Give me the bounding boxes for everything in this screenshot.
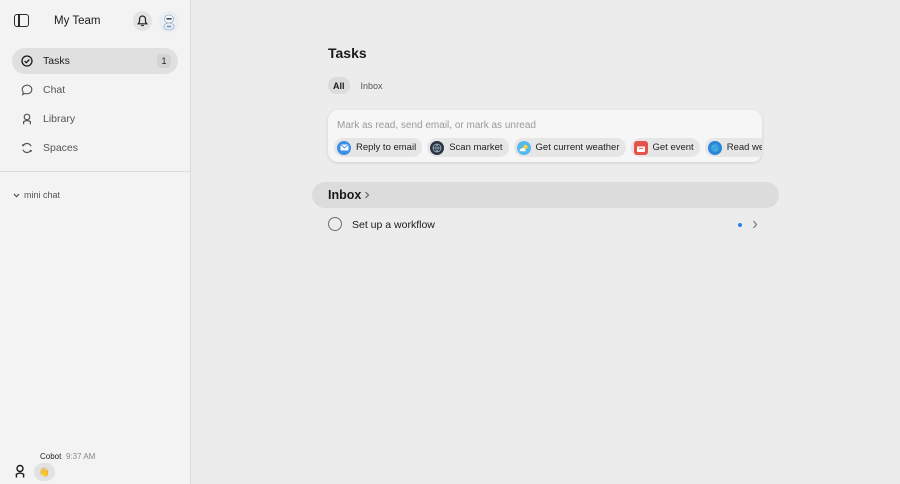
chat-message-bubble[interactable]: 👋 xyxy=(34,463,55,481)
chip-read-web-page[interactable]: Read web page xyxy=(704,138,762,157)
avatar[interactable] xyxy=(159,11,179,33)
page-title: Tasks xyxy=(328,45,367,61)
sidebar-header: My Team xyxy=(0,0,190,44)
sidebar-nav: Tasks 1 Chat Library Spaces xyxy=(12,48,178,164)
sidebar-item-chat[interactable]: Chat xyxy=(12,77,178,103)
chip-scan-market[interactable]: Scan market xyxy=(427,138,509,157)
main-content: Tasks All Inbox Reply to email Scan mark… xyxy=(191,0,900,484)
tab-all[interactable]: All xyxy=(328,77,350,94)
mini-chat-section-toggle[interactable]: mini chat xyxy=(13,190,60,200)
mail-icon xyxy=(337,140,351,155)
section-title: Inbox xyxy=(328,188,362,202)
library-person-icon xyxy=(23,113,31,125)
chip-label: Get event xyxy=(652,142,694,153)
command-box: Reply to email Scan market Get current w… xyxy=(328,110,762,162)
task-row[interactable]: Set up a workflow xyxy=(328,216,760,234)
chevron-right-icon[interactable] xyxy=(752,220,758,229)
tab-inbox[interactable]: Inbox xyxy=(356,77,388,94)
chip-reply-to-email[interactable]: Reply to email xyxy=(334,138,423,157)
mini-chat-label: mini chat xyxy=(24,190,61,200)
sidebar-item-spaces[interactable]: Spaces xyxy=(12,135,178,161)
globe-dark-icon xyxy=(430,140,445,155)
sidebar-toggle-icon[interactable] xyxy=(14,14,29,27)
task-filter-tabs: All Inbox xyxy=(328,77,388,94)
task-complete-checkbox[interactable] xyxy=(328,217,342,231)
sidebar: My Team Tasks 1 Chat Library Spaces mini… xyxy=(0,0,191,484)
suggestion-chips: Reply to email Scan market Get current w… xyxy=(334,138,762,157)
chip-get-event[interactable]: Get event xyxy=(630,138,700,157)
calendar-icon xyxy=(633,140,648,155)
chat-sender-name: Cobot xyxy=(40,452,62,461)
chat-timestamp: 9:37 AM xyxy=(66,452,96,461)
chip-label: Read web page xyxy=(726,142,762,153)
sidebar-item-label: Chat xyxy=(43,84,66,96)
tasks-count-badge: 1 xyxy=(157,54,171,68)
sidebar-divider xyxy=(0,171,190,172)
task-label: Set up a workflow xyxy=(352,219,435,231)
chevron-right-icon xyxy=(365,191,370,199)
cobot-avatar-icon xyxy=(15,464,25,478)
chevron-down-icon xyxy=(13,193,20,198)
sidebar-item-label: Library xyxy=(43,113,76,125)
sidebar-item-label: Tasks xyxy=(43,55,70,67)
team-name[interactable]: My Team xyxy=(54,15,100,27)
sidebar-item-library[interactable]: Library xyxy=(12,106,178,132)
chip-get-current-weather[interactable]: Get current weather xyxy=(513,138,626,157)
sidebar-item-label: Spaces xyxy=(43,142,79,154)
check-circle-icon xyxy=(21,55,33,67)
chip-label: Get current weather xyxy=(535,142,620,153)
sidebar-item-tasks[interactable]: Tasks 1 xyxy=(12,48,178,74)
spaces-cycle-icon xyxy=(22,142,32,154)
weather-icon xyxy=(516,140,531,155)
command-input[interactable] xyxy=(337,118,737,132)
robot-avatar-icon xyxy=(163,14,175,30)
unread-indicator xyxy=(738,223,742,227)
chat-bubble-icon xyxy=(21,84,33,96)
inbox-section-header[interactable]: Inbox xyxy=(312,182,779,208)
bell-icon xyxy=(137,15,148,27)
chip-label: Scan market xyxy=(449,142,503,153)
globe-icon xyxy=(707,140,722,155)
chip-label: Reply to email xyxy=(356,142,417,153)
notifications-button[interactable] xyxy=(133,11,152,31)
